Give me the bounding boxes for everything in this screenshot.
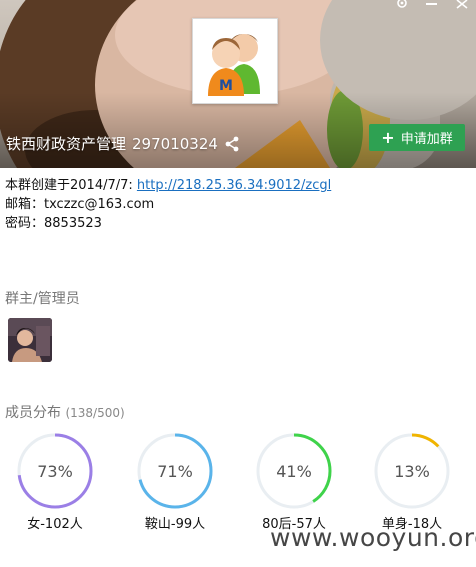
group-description: 本群创建于2014/7/7: http://218.25.36.34:9012/… [5, 176, 331, 233]
stat-percent: 73% [37, 461, 73, 481]
plus-icon: + [381, 127, 395, 147]
email-line: 邮箱：txczzc@163.com [5, 197, 155, 212]
members-section-title: 成员分布 (138/500) [5, 402, 125, 422]
stat-label: 鞍山-99人 [144, 517, 206, 532]
members-count: (138/500) [65, 406, 125, 420]
stat-single: 13% 单身-18人 [362, 432, 462, 532]
created-date-text: 本群创建于2014/7/7: [5, 178, 137, 193]
svg-text:M: M [219, 78, 233, 94]
stat-age: 41% 80后-57人 [244, 432, 344, 532]
share-icon[interactable] [224, 136, 240, 152]
stat-gender: 73% 女-102人 [5, 432, 105, 532]
settings-icon[interactable] [394, 0, 410, 12]
members-title: 成员分布 [5, 405, 61, 421]
stat-label: 女-102人 [27, 517, 83, 532]
group-title: 铁西财政资产管理 297010324 [6, 133, 240, 154]
minimize-icon[interactable] [424, 0, 440, 12]
join-group-button[interactable]: + 申请加群 [369, 124, 465, 151]
stat-percent: 41% [276, 461, 312, 481]
stat-percent: 71% [157, 461, 193, 481]
admins-section-title: 群主/管理员 [5, 291, 80, 307]
join-group-label: 申请加群 [400, 132, 453, 147]
group-link[interactable]: http://218.25.36.34:9012/zcgl [137, 178, 331, 193]
group-id: 297010324 [132, 134, 218, 153]
close-icon[interactable] [454, 0, 470, 12]
group-banner: M 铁西财政资产管理 297010324 + 申请加群 [0, 0, 476, 168]
created-line: 本群创建于2014/7/7: http://218.25.36.34:9012/… [5, 176, 331, 195]
window-controls [394, 0, 470, 12]
password-line: 密码：8853523 [5, 216, 102, 231]
group-name: 铁西财政资产管理 [6, 135, 127, 153]
group-avatar[interactable]: M [192, 18, 278, 104]
admin-avatar[interactable] [8, 318, 52, 362]
stat-percent: 13% [394, 461, 430, 481]
group-people-icon: M [208, 34, 260, 96]
stat-location: 71% 鞍山-99人 [125, 432, 225, 532]
admin-photo [8, 318, 52, 362]
watermark: www.wooyun.org [270, 523, 476, 552]
